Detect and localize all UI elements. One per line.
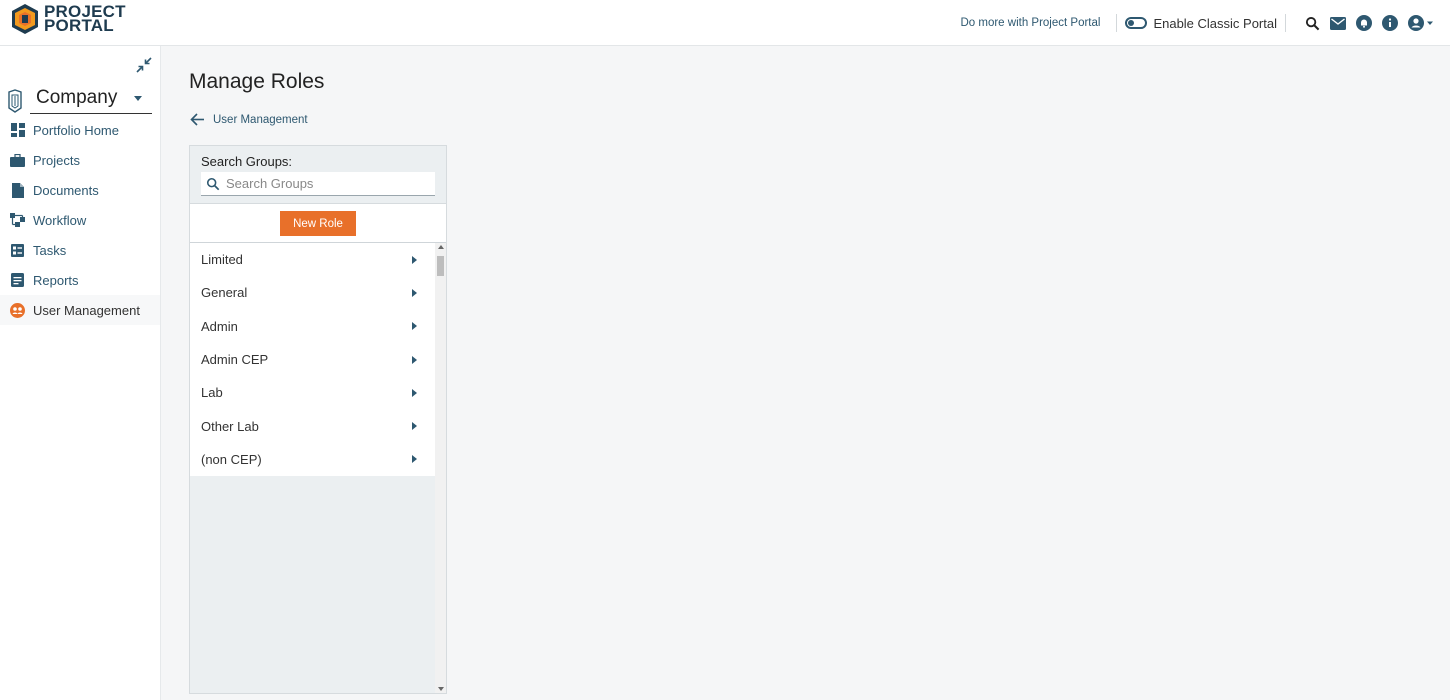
info-icon[interactable] <box>1382 15 1398 31</box>
workflow-icon <box>10 213 25 228</box>
roles-list-scrollbar[interactable] <box>435 243 446 693</box>
page-title: Manage Roles <box>189 70 325 93</box>
scroll-down-arrow-icon[interactable] <box>438 687 444 691</box>
role-item-lab[interactable]: Lab <box>190 376 435 409</box>
search-label: Search Groups: <box>201 154 293 169</box>
collapse-sidebar-icon[interactable] <box>136 57 152 73</box>
sidebar-item-label: Tasks <box>33 242 67 258</box>
role-label: (non CEP) <box>201 451 262 467</box>
sidebar-item-label: Reports <box>33 272 79 288</box>
roles-panel: Search Groups: New Role Limited General … <box>189 145 447 694</box>
role-label: Limited <box>201 252 243 268</box>
sidebar-item-user-management[interactable]: User Management <box>0 295 160 325</box>
chevron-right-icon <box>412 255 417 264</box>
chevron-right-icon <box>412 355 417 364</box>
sidebar-item-projects[interactable]: Projects <box>0 145 160 175</box>
logo-line2: PORTAL <box>44 16 114 35</box>
sidebar-nav: Portfolio Home Projects Documents Workfl… <box>0 115 160 325</box>
report-icon <box>10 273 25 288</box>
role-item-admin[interactable]: Admin <box>190 310 435 343</box>
chevron-down-icon <box>134 95 142 101</box>
chevron-right-icon <box>412 322 417 331</box>
role-label: Other Lab <box>201 418 259 434</box>
role-item-limited[interactable]: Limited <box>190 243 435 276</box>
role-label: Admin <box>201 318 238 334</box>
chevron-right-icon <box>412 422 417 431</box>
new-role-area: New Role <box>190 203 446 243</box>
new-role-button[interactable]: New Role <box>280 211 356 236</box>
sidebar-item-tasks[interactable]: Tasks <box>0 235 160 265</box>
top-bar: PROJECT PORTAL Do more with Project Port… <box>0 0 1450 46</box>
company-crest-icon <box>8 88 22 113</box>
role-item-general[interactable]: General <box>190 276 435 309</box>
tasks-icon <box>10 243 25 258</box>
scroll-up-arrow-icon[interactable] <box>438 245 444 249</box>
sidebar-item-label: User Management <box>33 302 140 318</box>
project-portal-logo[interactable]: PROJECT PORTAL <box>10 2 140 36</box>
roles-list: Limited General Admin Admin CEP Lab Othe… <box>190 243 435 477</box>
back-to-user-management-link[interactable]: User Management <box>190 113 308 126</box>
role-label: Lab <box>201 385 223 401</box>
scrollbar-thumb[interactable] <box>437 256 444 276</box>
do-more-link[interactable]: Do more with Project Portal <box>960 17 1100 29</box>
role-label: General <box>201 285 248 301</box>
search-area: Search Groups: <box>190 146 446 203</box>
search-box <box>201 172 435 196</box>
sidebar-item-label: Documents <box>33 182 99 198</box>
sidebar: Company Portfolio Home Projects Document… <box>0 46 161 700</box>
document-icon <box>10 182 25 198</box>
search-groups-input[interactable] <box>226 176 426 191</box>
enable-classic-portal-toggle[interactable]: Enable Classic Portal <box>1125 16 1277 31</box>
sidebar-item-portfolio-home[interactable]: Portfolio Home <box>0 115 160 145</box>
chevron-right-icon <box>412 288 417 297</box>
search-icon <box>206 177 220 190</box>
sidebar-item-label: Projects <box>33 152 80 168</box>
company-selector[interactable]: Company <box>6 86 152 115</box>
user-management-icon <box>10 302 25 318</box>
arrow-left-icon <box>190 113 204 126</box>
sidebar-item-reports[interactable]: Reports <box>0 265 160 295</box>
role-item-other-lab[interactable]: Other Lab <box>190 409 435 442</box>
dashboard-icon <box>10 123 25 138</box>
back-link-label: User Management <box>213 113 308 126</box>
role-item-non-cep[interactable]: (non CEP) <box>190 443 435 476</box>
classic-toggle-label: Enable Classic Portal <box>1153 15 1277 31</box>
logo-mark-icon <box>10 3 40 35</box>
company-name: Company <box>36 87 118 108</box>
toggle-switch-icon <box>1125 17 1148 29</box>
briefcase-icon <box>10 153 25 168</box>
bell-icon[interactable] <box>1356 15 1372 31</box>
sidebar-item-documents[interactable]: Documents <box>0 175 160 205</box>
sidebar-item-label: Workflow <box>33 212 87 228</box>
search-icon[interactable] <box>1304 15 1320 31</box>
sidebar-item-label: Portfolio Home <box>33 122 119 138</box>
divider <box>1285 14 1286 32</box>
divider <box>1116 14 1118 32</box>
account-menu[interactable] <box>1408 15 1434 31</box>
chevron-right-icon <box>412 388 417 397</box>
chevron-right-icon <box>412 455 417 464</box>
role-item-admin-cep[interactable]: Admin CEP <box>190 343 435 376</box>
mail-icon[interactable] <box>1330 15 1346 31</box>
sidebar-item-workflow[interactable]: Workflow <box>0 205 160 235</box>
role-label: Admin CEP <box>201 352 269 368</box>
